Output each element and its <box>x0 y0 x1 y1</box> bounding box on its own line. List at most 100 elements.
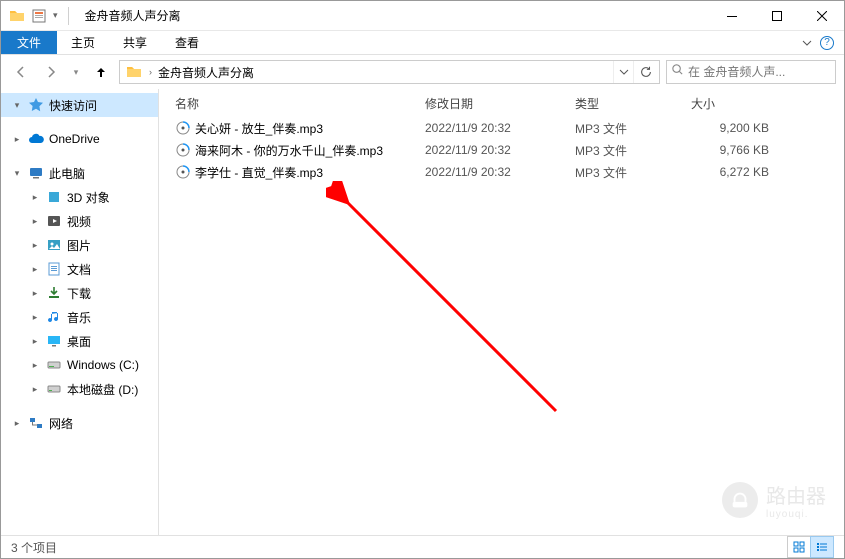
tree-label: 本地磁盘 (D:) <box>67 381 138 398</box>
address-dropdown[interactable] <box>613 61 633 83</box>
file-name: 海来阿木 - 你的万水千山_伴奏.mp3 <box>195 142 383 159</box>
titlebar: ▾ 金舟音频人声分离 <box>1 1 844 31</box>
file-tab[interactable]: 文件 <box>1 31 57 54</box>
forward-button[interactable] <box>39 60 63 84</box>
view-thumbnails-button[interactable] <box>787 536 811 558</box>
nav-tree: ▾ 快速访问 ▸ OneDrive ▾ 此电脑 ▸3D 对象▸视频▸图片▸文档▸… <box>1 89 159 535</box>
ribbon-expand-icon[interactable] <box>802 38 812 48</box>
tree-quick-access[interactable]: ▾ 快速访问 <box>1 93 158 117</box>
tree-pc-item[interactable]: ▸ 下载 <box>1 281 158 305</box>
star-icon <box>27 96 45 114</box>
ribbon-right: ? <box>802 31 844 54</box>
file-row[interactable]: 海来阿木 - 你的万水千山_伴奏.mp32022/11/9 20:32MP3 文… <box>159 139 844 161</box>
search-box[interactable] <box>666 60 836 84</box>
window-title: 金舟音频人声分离 <box>85 7 181 24</box>
file-size-cell: 9,766 KB <box>685 143 785 157</box>
item-icon <box>45 356 63 374</box>
view-switcher <box>788 536 834 558</box>
properties-icon[interactable] <box>31 8 47 24</box>
navbar: ▾ › 金舟音频人声分离 <box>1 55 844 89</box>
tree-this-pc[interactable]: ▾ 此电脑 <box>1 161 158 185</box>
chevron-down-icon[interactable]: ▾ <box>11 168 23 179</box>
mp3-icon <box>175 142 191 158</box>
file-type-cell: MP3 文件 <box>569 120 685 137</box>
tree-label: 网络 <box>49 415 73 432</box>
network-icon <box>27 414 45 432</box>
search-icon <box>671 63 684 81</box>
file-type-cell: MP3 文件 <box>569 142 685 159</box>
chevron-right-icon[interactable]: ▸ <box>29 192 41 203</box>
chevron-right-icon[interactable]: ▸ <box>29 384 41 395</box>
chevron-right-icon[interactable]: ▸ <box>11 134 23 145</box>
tree-pc-item[interactable]: ▸ 文档 <box>1 257 158 281</box>
tree-label: 文档 <box>67 261 91 278</box>
tree-label: 下载 <box>67 285 91 302</box>
file-name: 李学仕 - 直觉_伴奏.mp3 <box>195 164 323 181</box>
maximize-button[interactable] <box>754 1 799 30</box>
tree-pc-item[interactable]: ▸ 桌面 <box>1 329 158 353</box>
recent-dropdown[interactable]: ▾ <box>69 60 83 84</box>
item-icon <box>45 236 63 254</box>
ribbon: 文件 主页 共享 查看 ? <box>1 31 844 55</box>
tree-label: Windows (C:) <box>67 358 139 372</box>
col-size[interactable]: 大小 <box>685 89 785 117</box>
tree-pc-item[interactable]: ▸ 视频 <box>1 209 158 233</box>
titlebar-left: ▾ 金舟音频人声分离 <box>1 7 181 25</box>
view-details-button[interactable] <box>810 536 834 558</box>
tree-pc-item[interactable]: ▸图片 <box>1 233 158 257</box>
mp3-icon <box>175 120 191 136</box>
col-type[interactable]: 类型 <box>569 89 685 117</box>
chevron-down-icon[interactable]: ▾ <box>11 100 23 111</box>
file-name: 关心妍 - 放生_伴奏.mp3 <box>195 120 323 137</box>
pc-icon <box>27 164 45 182</box>
tree-onedrive[interactable]: ▸ OneDrive <box>1 127 158 151</box>
chevron-right-icon[interactable]: ▸ <box>29 336 41 347</box>
chevron-right-icon[interactable]: ▸ <box>29 216 41 227</box>
chevron-right-icon[interactable]: ▸ <box>29 264 41 275</box>
tree-pc-item[interactable]: ▸ 3D 对象 <box>1 185 158 209</box>
tab-home[interactable]: 主页 <box>57 31 109 54</box>
minimize-button[interactable] <box>709 1 754 30</box>
chevron-right-icon[interactable]: ▸ <box>29 312 41 323</box>
cloud-icon <box>27 130 45 148</box>
file-row[interactable]: 关心妍 - 放生_伴奏.mp32022/11/9 20:32MP3 文件9,20… <box>159 117 844 139</box>
folder-icon <box>9 8 25 24</box>
tab-share[interactable]: 共享 <box>109 31 161 54</box>
close-button[interactable] <box>799 1 844 30</box>
search-input[interactable] <box>688 65 843 79</box>
tree-pc-item[interactable]: ▸ 本地磁盘 (D:) <box>1 377 158 401</box>
tree-label: 视频 <box>67 213 91 230</box>
tree-pc-children: ▸3D 对象▸视频▸图片▸文档▸下载▸音乐▸桌面▸Windows (C:)▸本地… <box>1 185 158 401</box>
tree-label: OneDrive <box>49 132 100 146</box>
refresh-button[interactable] <box>633 61 657 83</box>
file-row[interactable]: 李学仕 - 直觉_伴奏.mp3 2022/11/9 20:32MP3 文件6,27… <box>159 161 844 183</box>
tree-label: 3D 对象 <box>67 189 110 206</box>
folder-icon <box>124 62 144 82</box>
breadcrumb-label: 金舟音频人声分离 <box>158 64 254 81</box>
col-name[interactable]: 名称 <box>169 89 419 117</box>
tree-pc-item[interactable]: ▸ Windows (C:) <box>1 353 158 377</box>
address-bar[interactable]: › 金舟音频人声分离 <box>119 60 660 84</box>
breadcrumb-chevron[interactable]: › <box>146 61 155 83</box>
tree-label: 桌面 <box>67 333 91 350</box>
tab-view[interactable]: 查看 <box>161 31 213 54</box>
col-date[interactable]: 修改日期 <box>419 89 569 117</box>
chevron-right-icon[interactable]: ▸ <box>29 360 41 371</box>
qat-overflow-icon[interactable]: ▾ <box>53 10 58 21</box>
help-icon[interactable]: ? <box>820 36 834 50</box>
file-date-cell: 2022/11/9 20:32 <box>419 165 569 179</box>
chevron-right-icon[interactable]: ▸ <box>29 288 41 299</box>
chevron-right-icon[interactable]: ▸ <box>29 240 41 251</box>
file-name-cell: 海来阿木 - 你的万水千山_伴奏.mp3 <box>169 142 419 159</box>
tree-pc-item[interactable]: ▸音乐 <box>1 305 158 329</box>
breadcrumb-segment[interactable]: 金舟音频人声分离 <box>155 61 257 83</box>
file-type-cell: MP3 文件 <box>569 164 685 181</box>
file-size-cell: 6,272 KB <box>685 165 785 179</box>
chevron-right-icon[interactable]: ▸ <box>11 418 23 429</box>
up-button[interactable] <box>89 60 113 84</box>
item-icon <box>45 212 63 230</box>
back-button[interactable] <box>9 60 33 84</box>
item-icon <box>45 260 63 278</box>
tree-network[interactable]: ▸ 网络 <box>1 411 158 435</box>
window-controls <box>709 1 844 30</box>
